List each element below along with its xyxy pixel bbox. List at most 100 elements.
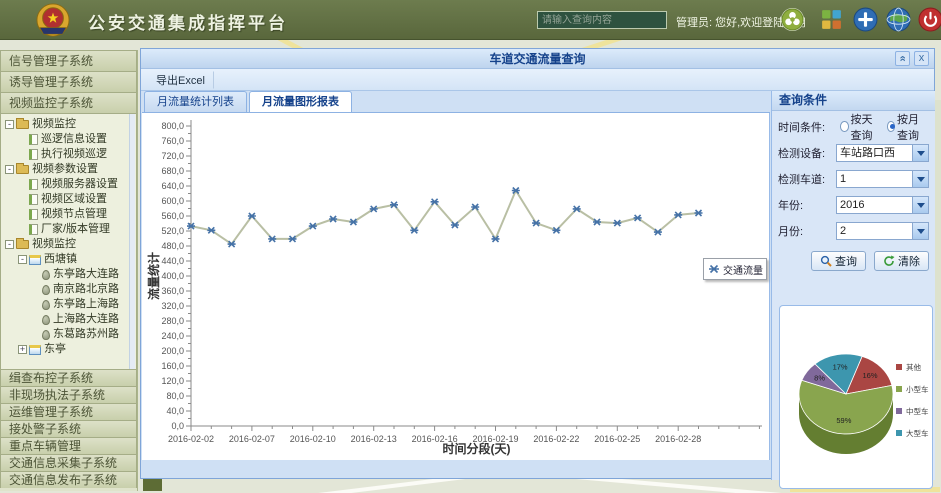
field-label: 月份: <box>778 223 836 239</box>
select-field[interactable]: 2 <box>836 222 929 240</box>
svg-text:800,0: 800,0 <box>161 121 184 131</box>
select-field[interactable]: 2016 <box>836 196 929 214</box>
tree-node[interactable]: 西塘镇 <box>5 252 136 267</box>
select-value: 2 <box>837 223 912 239</box>
add-icon[interactable] <box>853 7 878 32</box>
svg-text:240,0: 240,0 <box>161 331 184 341</box>
time-condition-row: 时间条件: 按天查询 按月查询 <box>778 116 929 137</box>
collapse-window-icon[interactable]: « <box>895 51 910 66</box>
sidebar-subsystem-item[interactable]: 非现场执法子系统 <box>0 386 137 403</box>
svg-text:480,0: 480,0 <box>161 241 184 251</box>
clear-button[interactable]: 清除 <box>874 251 929 271</box>
tree-expander-icon[interactable] <box>5 165 14 174</box>
tree-node[interactable]: 巡逻信息设置 <box>5 132 136 147</box>
chevron-down-icon[interactable] <box>912 197 928 213</box>
radio-icon[interactable] <box>840 121 849 132</box>
close-window-icon[interactable]: x <box>914 51 929 66</box>
sidebar-subsystem-item[interactable]: 视频监控子系统 <box>0 92 137 113</box>
tree-node-label: 东葛路苏州路 <box>53 327 119 342</box>
tree-node[interactable]: 视频服务器设置 <box>5 177 136 192</box>
sidebar-subsystem-item[interactable]: 交通信息发布子系统 <box>0 471 137 488</box>
tree-expander-icon[interactable] <box>18 345 27 354</box>
tab-monthly-list[interactable]: 月流量统计列表 <box>144 91 247 112</box>
tree-node[interactable]: 视频监控 <box>5 237 136 252</box>
form-row: 月份: 2 <box>778 220 929 241</box>
search-button[interactable]: 查询 <box>811 251 866 271</box>
sidebar-subsystem-item[interactable]: 信号管理子系统 <box>0 50 137 71</box>
sidebar-subsystem-item[interactable]: 诱导管理子系统 <box>0 71 137 92</box>
legend-series-label: 交通流量 <box>723 262 763 277</box>
svg-text:680,0: 680,0 <box>161 166 184 176</box>
tree-node-icon <box>29 134 38 145</box>
tree-node[interactable]: 东葛路苏州路 <box>5 327 136 342</box>
tree-node-icon <box>42 270 50 280</box>
tabstrip: 月流量统计列表 月流量图形报表 <box>142 91 770 113</box>
svg-text:120,0: 120,0 <box>161 376 184 386</box>
chevron-down-icon[interactable] <box>912 223 928 239</box>
tree-node[interactable]: 东亭路大连路 <box>5 267 136 282</box>
tree-node-icon <box>42 315 50 325</box>
select-field[interactable]: 车站路口西 <box>836 144 929 162</box>
sidebar-subsystem-item[interactable]: 接处警子系统 <box>0 420 137 437</box>
svg-text:8%: 8% <box>814 374 825 383</box>
tree-node[interactable]: 东亭路上海路 <box>5 297 136 312</box>
svg-text:640,0: 640,0 <box>161 181 184 191</box>
tree-node[interactable]: 视频参数设置 <box>5 162 136 177</box>
tree-node-icon <box>16 165 29 174</box>
tree-node-label: 视频区域设置 <box>41 192 107 207</box>
traffic-flow-window: 车道交通流量查询 « x 导出Excel 月流量统计列表 月流量图形报表 0,0… <box>140 48 935 479</box>
tree-expander-icon[interactable] <box>18 255 27 264</box>
query-buttons: 查询 清除 <box>772 251 929 271</box>
chevron-down-icon[interactable] <box>912 171 928 187</box>
tree-node-icon <box>29 255 41 265</box>
sidebar-bottom-group: 缉查布控子系统 非现场执法子系统 运维管理子系统 接处警子系统 重点车辆管理 <box>0 369 137 488</box>
tree-expander-icon[interactable] <box>5 240 14 249</box>
police-badge-logo <box>36 3 70 37</box>
radio-by-day[interactable]: 按天查询 <box>840 111 883 143</box>
svg-text:2016-02-02: 2016-02-02 <box>168 434 214 444</box>
svg-text:17%: 17% <box>833 362 848 371</box>
tree-node[interactable]: 上海路大连路 <box>5 312 136 327</box>
tree-node-label: 东亭 <box>44 342 66 357</box>
tree-node-label: 上海路大连路 <box>53 312 119 327</box>
app-header: 公安交通集成指挥平台 管理员: 您好,欢迎登陆使用 <box>0 0 941 40</box>
select-field[interactable]: 1 <box>836 170 929 188</box>
global-search-input[interactable] <box>537 11 667 29</box>
tree-node-icon <box>29 209 38 220</box>
globe-icon[interactable] <box>886 7 911 32</box>
tree-node[interactable]: 执行视频巡逻 <box>5 147 136 162</box>
tree-node[interactable]: 厂家/版本管理 <box>5 222 136 237</box>
sidebar-subsystem-item[interactable]: 缉查布控子系统 <box>0 369 137 386</box>
tree-node[interactable]: 视频节点管理 <box>5 207 136 222</box>
svg-text:160,0: 160,0 <box>161 361 184 371</box>
time-condition-label: 时间条件: <box>778 119 836 135</box>
app-title: 公安交通集成指挥平台 <box>88 9 288 34</box>
tree-node-icon <box>42 300 50 310</box>
tree-expander-icon[interactable] <box>5 120 14 129</box>
sidebar-subsystem-item[interactable]: 交通信息采集子系统 <box>0 454 137 471</box>
radio-checked-icon[interactable] <box>887 121 896 132</box>
tree-node-label: 厂家/版本管理 <box>41 222 110 237</box>
svg-text:其他: 其他 <box>906 362 921 372</box>
tab-monthly-graph[interactable]: 月流量图形报表 <box>249 91 352 112</box>
window-titlebar[interactable]: 车道交通流量查询 « x <box>141 49 934 69</box>
radio-by-month[interactable]: 按月查询 <box>887 111 930 143</box>
select-value: 2016 <box>837 197 912 213</box>
sidebar-subsystem-item[interactable]: 重点车辆管理 <box>0 437 137 454</box>
chevron-down-icon[interactable] <box>912 145 928 161</box>
tree-node[interactable]: 南京路北京路 <box>5 282 136 297</box>
tree-node[interactable]: 视频监控 <box>5 117 136 132</box>
tree-node-label: 东亭路大连路 <box>53 267 119 282</box>
power-icon[interactable] <box>918 7 941 32</box>
sidebar-subsystem-item[interactable]: 运维管理子系统 <box>0 403 137 420</box>
svg-text:720,0: 720,0 <box>161 151 184 161</box>
tree-node[interactable]: 东亭 <box>5 342 136 357</box>
query-fields: 检测设备: 车站路口西 检测车道: 1 <box>772 142 935 241</box>
recycle-icon[interactable] <box>780 7 805 32</box>
export-excel-button[interactable]: 导出Excel <box>147 71 214 89</box>
svg-text:760,0: 760,0 <box>161 136 184 146</box>
tree-node-label: 视频监控 <box>32 237 76 252</box>
tree-node[interactable]: 视频区域设置 <box>5 192 136 207</box>
svg-text:520,0: 520,0 <box>161 226 184 236</box>
apps-grid-icon[interactable] <box>819 7 844 32</box>
